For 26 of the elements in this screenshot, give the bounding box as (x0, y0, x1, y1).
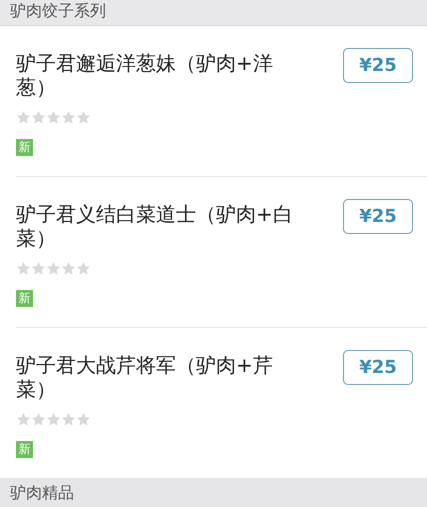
new-badge: 新 (16, 441, 33, 458)
star-icon (61, 412, 76, 426)
section-title: 驴肉饺子系列 (10, 2, 106, 20)
new-badge: 新 (16, 290, 33, 307)
star-icon (61, 260, 76, 276)
section-title: 驴肉精品 (10, 484, 74, 502)
star-icon (76, 412, 91, 426)
price-button[interactable]: ¥25 (343, 350, 413, 385)
dish-name: 驴子君大战芹将军（驴肉+芹菜） (16, 353, 274, 401)
star-icon (16, 110, 31, 124)
new-badge: 新 (16, 139, 33, 156)
dish-name: 驴子君义结白菜道士（驴肉+白菜） (16, 202, 294, 250)
price-button[interactable]: ¥25 (343, 48, 413, 83)
star-icon (61, 110, 76, 124)
star-icon (31, 110, 46, 124)
price-button[interactable]: ¥25 (343, 199, 413, 234)
star-icon (31, 412, 46, 426)
star-icon (16, 412, 31, 426)
star-icon (76, 260, 91, 276)
star-icon (31, 260, 46, 276)
star-icon (46, 110, 61, 124)
dish-name: 驴子君邂逅洋葱妹（驴肉+洋葱） (16, 51, 274, 99)
star-icon (76, 110, 91, 124)
star-icon (46, 412, 61, 426)
star-icon (16, 260, 31, 276)
star-icon (46, 260, 61, 276)
